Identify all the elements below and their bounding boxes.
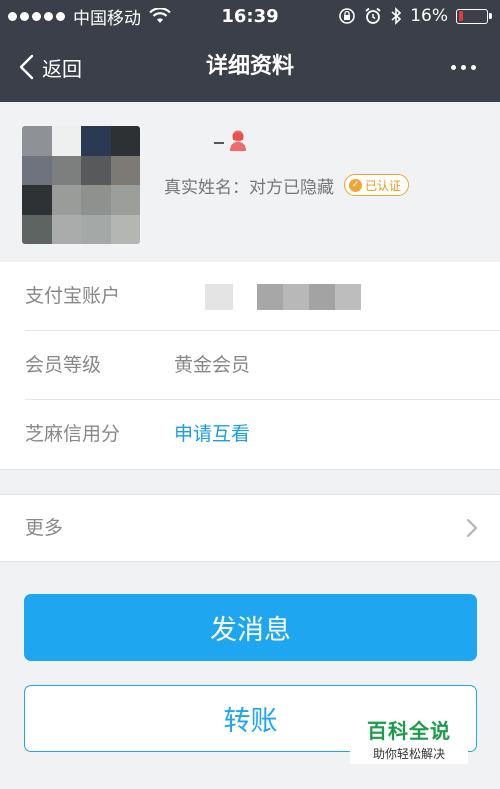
back-label: 返回: [42, 56, 82, 81]
female-user-icon: [230, 130, 246, 151]
avatar-pixel: [22, 126, 52, 156]
battery-percent: 16%: [410, 6, 448, 26]
rotation-lock-icon: [339, 8, 356, 24]
alarm-icon: [365, 7, 381, 24]
avatar-pixel: [110, 155, 140, 185]
info-row-alipay-account: 支付宝账户: [0, 262, 500, 331]
battery-level: [458, 11, 463, 21]
info-card: 支付宝账户 会员等级 黄金会员 芝麻信用分 申请互看: [0, 262, 500, 470]
realname-label: 真实姓名：: [164, 177, 249, 198]
avatar-pixel: [22, 214, 52, 244]
account-redacted: [205, 284, 233, 310]
bluetooth-icon: [391, 7, 402, 25]
check-icon: ✓: [349, 178, 362, 192]
row-label: 会员等级: [25, 354, 102, 376]
request-mutual-view-link[interactable]: 申请互看: [174, 400, 250, 469]
avatar-pixel: [81, 126, 111, 156]
avatar-pixel: [51, 185, 81, 215]
send-message-button[interactable]: 发消息: [24, 594, 477, 661]
account-redacted: [257, 284, 361, 310]
avatar-pixel: [81, 155, 111, 185]
info-row-member-level: 会员等级 黄金会员: [0, 331, 500, 400]
status-right: 16%: [338, 0, 492, 32]
profile-header: 真实姓名： 对方已隐藏 ✓ 已认证: [0, 102, 500, 262]
avatar-pixel: [22, 185, 52, 215]
account-redacted-block: [283, 284, 309, 310]
watermark-logo: 百科全说 助你轻松解决: [350, 712, 468, 764]
chevron-right-icon: [467, 519, 477, 537]
avatar-pixel: [81, 185, 111, 215]
avatar-pixel: [51, 214, 81, 244]
more-label: 更多: [25, 517, 64, 539]
more-dots-icon[interactable]: [451, 32, 476, 102]
status-bar: 中国移动 16:39 16%: [0, 0, 500, 32]
back-button[interactable]: 返回: [18, 32, 82, 102]
avatar[interactable]: [22, 126, 140, 244]
more-row[interactable]: 更多: [0, 494, 500, 562]
row-label: 芝麻信用分: [25, 423, 121, 445]
account-redacted-block: [309, 284, 335, 310]
battery-icon: [456, 8, 492, 24]
realname-value: 对方已隐藏: [249, 177, 334, 198]
realname-row: 真实姓名： 对方已隐藏 ✓ 已认证: [164, 172, 410, 198]
avatar-pixel: [110, 185, 140, 215]
member-level-value: 黄金会员: [174, 354, 251, 376]
verified-label: 已认证: [365, 178, 402, 193]
watermark-subtitle: 助你轻松解决: [372, 746, 445, 761]
avatar-pixel: [110, 126, 140, 156]
account-redacted-block: [335, 284, 361, 310]
row-label: 支付宝账户: [25, 285, 121, 307]
chevron-left-icon: [19, 54, 34, 80]
account-redacted-block: [257, 284, 283, 310]
verified-badge: ✓ 已认证: [344, 174, 410, 196]
avatar-pixel: [51, 155, 81, 185]
avatar-pixel: [51, 126, 81, 156]
watermark-title: 百科全说: [367, 718, 451, 743]
avatar-pixel: [81, 214, 111, 244]
nav-bar: 返回 详细资料: [0, 32, 500, 102]
info-row-sesame-credit: 芝麻信用分 申请互看: [0, 400, 500, 469]
avatar-pixel: [22, 155, 52, 185]
avatar-pixel: [110, 214, 140, 244]
nickname-redacted: [214, 142, 224, 144]
